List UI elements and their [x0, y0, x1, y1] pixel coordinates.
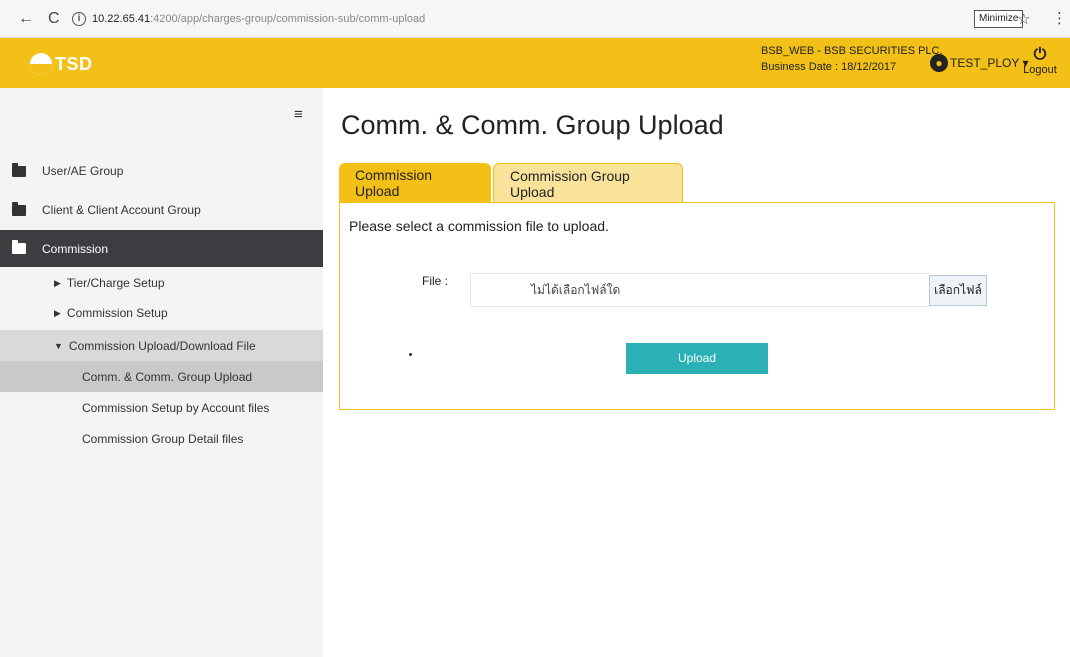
submenu-label: Commission Setup — [66, 306, 168, 320]
sidebar-toggle-icon[interactable]: ≡ — [294, 106, 303, 123]
user-name: TEST_PLOY ▾ — [950, 56, 1029, 70]
submenu-tier-charge-setup[interactable]: ▶ Tier/Charge Setup — [0, 268, 323, 298]
sidebar: ≡ User/AE Group Client & Client Account … — [0, 88, 323, 657]
bullet-dot — [409, 353, 412, 356]
tab-label: Commission Upload — [355, 167, 433, 199]
sidebar-link-comm-group-upload[interactable]: Comm. & Comm. Group Upload — [0, 361, 323, 392]
sidebar-item-user-ae-group[interactable]: User/AE Group — [0, 155, 323, 187]
back-arrow-icon[interactable]: ← — [18, 10, 34, 28]
choose-file-button[interactable]: เลือกไฟล์ — [929, 275, 987, 306]
app-logo[interactable]: TSD — [30, 53, 93, 75]
info-icon[interactable]: i — [72, 12, 86, 26]
logo-text: TSD — [55, 53, 93, 74]
submenu-label: Commission Upload/Download File — [68, 338, 256, 353]
url-path: :4200/app/charges-group/commission-sub/c… — [150, 13, 426, 25]
reload-icon[interactable]: C — [48, 10, 60, 28]
folder-open-icon — [12, 240, 26, 254]
user-avatar-icon: ● — [930, 54, 948, 72]
submenu-label: Tier/Charge Setup — [66, 276, 165, 290]
tab-bar: Commission Upload Commission Group Uploa… — [339, 163, 685, 203]
upload-button[interactable]: Upload — [626, 343, 768, 374]
folder-icon — [12, 201, 26, 216]
logout-button[interactable]: ⏻ Logout — [1022, 46, 1058, 76]
instruction-text: Please select a commission file to uploa… — [349, 218, 609, 234]
browser-menu-icon[interactable]: ⋮ — [1052, 9, 1067, 27]
submenu-commission-upload-download[interactable]: ▼ Commission Upload/Download File — [0, 330, 323, 361]
power-icon: ⏻ — [1033, 46, 1047, 63]
company-info: BSB_WEB - BSB SECURITIES PLC. Business D… — [761, 43, 943, 75]
tab-commission-group-upload[interactable]: Commission Group Upload — [493, 163, 683, 203]
caret-right-icon: ▶ — [54, 277, 61, 288]
sidebar-link-commission-setup-by-account[interactable]: Commission Setup by Account files — [0, 392, 323, 423]
caret-down-icon: ▼ — [54, 340, 63, 351]
tab-commission-upload[interactable]: Commission Upload — [339, 163, 491, 203]
caret-right-icon: ▶ — [54, 307, 61, 318]
sidebar-link-commission-group-detail[interactable]: Commission Group Detail files — [0, 423, 323, 454]
logout-label: Logout — [1023, 64, 1057, 76]
bookmark-star-icon[interactable]: ☆ — [1017, 10, 1030, 28]
logo-mark-icon — [30, 53, 52, 75]
file-label: File : — [422, 274, 449, 288]
company-name: BSB_WEB - BSB SECURITIES PLC. — [761, 45, 943, 57]
sidebar-item-label: Commission — [42, 241, 109, 256]
sidebar-item-label: Client & Client Account Group — [42, 203, 201, 217]
upload-panel: Please select a commission file to uploa… — [339, 202, 1055, 410]
url-host: 10.22.65.41 — [92, 13, 151, 25]
sidebar-item-commission[interactable]: Commission — [0, 230, 323, 267]
user-menu[interactable]: ● TEST_PLOY ▾ — [930, 54, 1029, 72]
tab-label: Commission Group Upload — [510, 167, 630, 200]
sidebar-item-client-account-group[interactable]: Client & Client Account Group — [0, 194, 323, 226]
submenu-commission-setup[interactable]: ▶ Commission Setup — [0, 298, 323, 328]
file-input[interactable]: ไม่ได้เลือกไฟล์ใด — [470, 273, 929, 307]
business-date: Business Date : 18/12/2017 — [761, 61, 897, 73]
leaf-label: Commission Setup by Account files — [82, 400, 270, 415]
leaf-label: Comm. & Comm. Group Upload — [82, 369, 253, 384]
page-title: Comm. & Comm. Group Upload — [341, 110, 724, 140]
folder-icon — [12, 162, 26, 177]
address-bar[interactable]: 10.22.65.41:4200/app/charges-group/commi… — [92, 13, 425, 25]
sidebar-item-label: User/AE Group — [42, 164, 124, 178]
browser-toolbar: ← C i 10.22.65.41:4200/app/charges-group… — [0, 0, 1070, 38]
leaf-label: Commission Group Detail files — [82, 431, 244, 446]
